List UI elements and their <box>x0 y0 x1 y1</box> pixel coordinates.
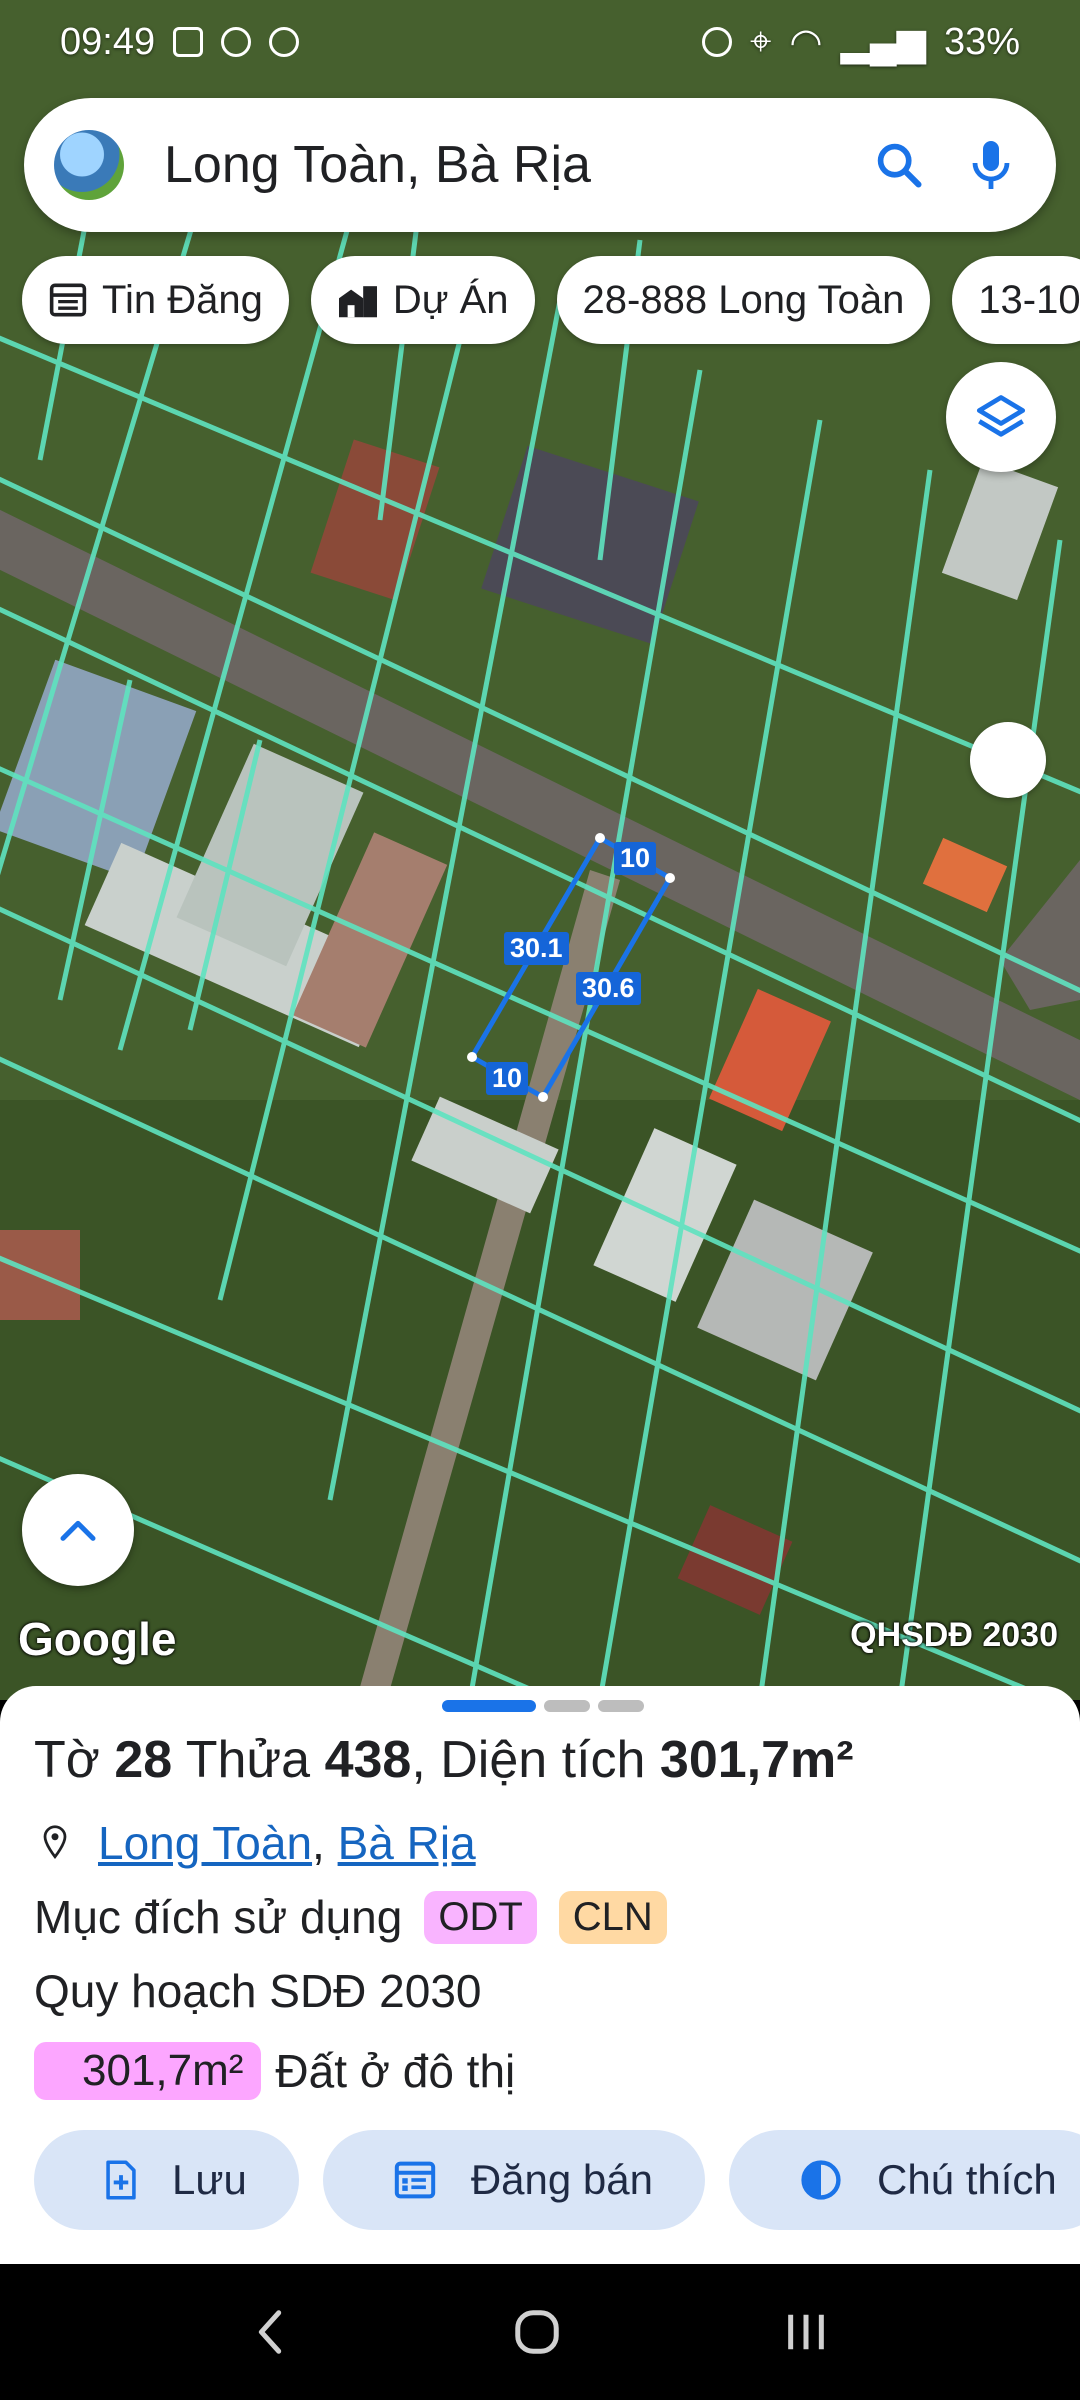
buildings-icon <box>338 286 377 318</box>
ward-link[interactable]: Long Toàn <box>98 1816 312 1870</box>
sheet-page-indicator[interactable] <box>442 1700 644 1712</box>
area-value: 301,7m² <box>659 1731 854 1789</box>
parcel-title: Tờ 28 Thửa 438, Diện tích 301,7m² <box>34 1731 854 1789</box>
post-for-sale-button[interactable]: Đăng bán <box>322 2130 705 2230</box>
map-imagery <box>0 0 1080 1700</box>
gallery-notification-icon <box>173 27 204 57</box>
search-button[interactable] <box>864 130 934 200</box>
plan-title: Quy hoạch SDĐ 2030 <box>34 1965 482 2017</box>
app-logo[interactable] <box>54 130 124 200</box>
wifi-icon: ◠ <box>789 21 823 64</box>
dimension-label: 30.6 <box>576 972 641 1005</box>
alarm-icon <box>701 27 732 57</box>
filter-chips: Tin Đăng Dự Án 28-888 Long Toàn 13-10 <box>22 256 1080 344</box>
facebook-notification-icon <box>221 27 252 57</box>
parcel-info-sheet[interactable]: Tờ 28 Thửa 438, Diện tích 301,7m² Long T… <box>0 1686 1080 2264</box>
dimension-label: 10 <box>614 842 657 875</box>
lot-label: Thửa <box>185 1731 311 1789</box>
status-bar: 09:49 ⌖ ◠ ▂▄▆ 33% <box>0 0 1080 84</box>
satellite-map[interactable]: 10 30.1 30.6 10 <box>0 0 1080 1700</box>
google-attribution: Google <box>18 1613 177 1665</box>
map-layers-button[interactable] <box>946 362 1056 472</box>
sheet-label: Tờ <box>34 1731 100 1789</box>
action-label: Lưu <box>172 2156 247 2203</box>
save-button[interactable]: Lưu <box>34 2130 299 2230</box>
voice-search-button[interactable] <box>956 130 1026 200</box>
usage-label: Mục đích sử dụng <box>34 1891 403 1943</box>
chip-projects[interactable]: Dự Án <box>310 256 535 344</box>
chip-label: Dự Án <box>392 277 509 322</box>
chevron-up-icon <box>60 1520 96 1541</box>
chip-parcel-28-888[interactable]: 28-888 Long Toàn <box>556 256 931 344</box>
page-dot <box>598 1700 644 1712</box>
lot-number: 438 <box>324 1731 412 1789</box>
listing-icon <box>49 283 87 317</box>
dimension-label: 10 <box>486 1062 529 1095</box>
expand-button[interactable] <box>22 1474 134 1586</box>
search-icon <box>877 143 922 188</box>
sheet-number: 28 <box>114 1731 173 1789</box>
action-buttons: Lưu Đăng bán Chú thích <box>34 2130 1080 2230</box>
plan-row: 301,7m² Đất ở đô thị <box>34 2042 1046 2100</box>
layers-icon <box>976 395 1026 437</box>
battery-percent: 33% <box>943 20 1020 63</box>
usage-row: Mục đích sử dụng ODT CLN <box>34 1890 1046 1944</box>
search-input[interactable]: Long Toàn, Bà Rịa <box>164 135 864 195</box>
location-row: Long Toàn, Bà Rịa <box>34 1816 1046 1870</box>
chip-label: 13-10 <box>978 277 1080 322</box>
usage-badge-cln[interactable]: CLN <box>558 1890 667 1944</box>
signal-icon: ▂▄▆ <box>840 21 926 64</box>
chip-label: 28-888 Long Toàn <box>582 277 905 322</box>
city-link[interactable]: Bà Rịa <box>338 1816 476 1870</box>
post-sale-icon <box>394 2161 436 2199</box>
page-dot-active <box>442 1700 536 1712</box>
location-separator: , <box>312 1817 338 1869</box>
chip-listings[interactable]: Tin Đăng <box>22 256 289 344</box>
usage-badge-odt[interactable]: ODT <box>424 1890 537 1944</box>
microphone-icon <box>972 141 1010 189</box>
action-label: Chú thích <box>877 2156 1057 2203</box>
dimension-label: 30.1 <box>504 932 569 965</box>
location-pin-icon <box>43 1825 67 1859</box>
status-time: 09:49 <box>60 20 156 63</box>
search-bar[interactable]: Long Toàn, Bà Rịa <box>24 98 1056 232</box>
recents-icon[interactable] <box>783 2310 829 2354</box>
save-file-icon <box>106 2160 136 2200</box>
back-icon[interactable] <box>251 2307 291 2357</box>
plan-use: Đất ở đô thị <box>275 2045 516 2097</box>
messenger-notification-icon <box>269 27 300 57</box>
location-icon: ⌖ <box>749 20 772 63</box>
map-layer-label: QHSDĐ 2030 <box>850 1616 1058 1654</box>
area-label: Diện tích <box>440 1731 646 1789</box>
home-icon[interactable] <box>512 2307 562 2357</box>
plan-area-badge: 301,7m² <box>34 2042 262 2100</box>
action-label: Đăng bán <box>470 2156 653 2203</box>
chip-label: Tin Đăng <box>102 277 263 322</box>
page-dot <box>544 1700 590 1712</box>
map-slider-knob[interactable] <box>970 722 1046 798</box>
legend-icon <box>801 2160 841 2200</box>
system-nav-bar <box>0 2264 1080 2400</box>
legend-button[interactable]: Chú thích <box>729 2130 1080 2230</box>
chip-parcel-13-10[interactable]: 13-10 <box>952 256 1080 344</box>
